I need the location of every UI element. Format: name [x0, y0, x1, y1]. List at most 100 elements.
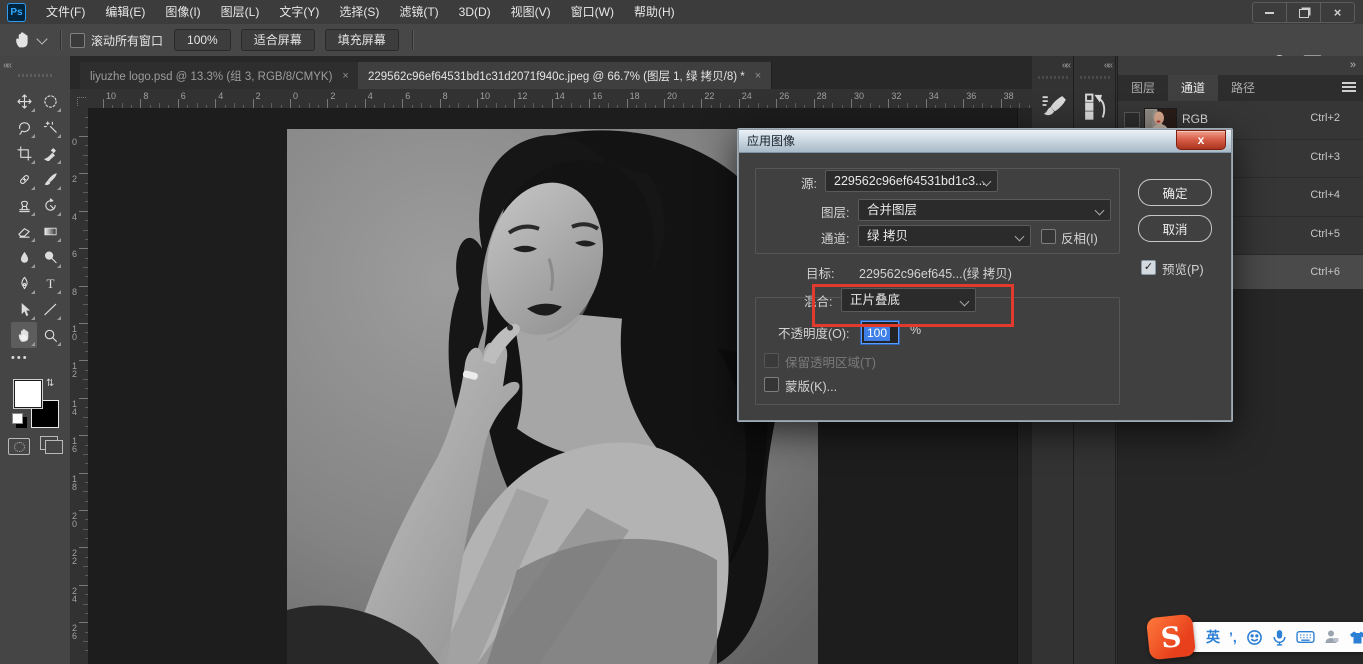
brush-tool[interactable] [37, 166, 63, 192]
close-button[interactable]: × [1320, 3, 1354, 22]
invert-checkbox[interactable] [1041, 229, 1056, 244]
ruler-label: 10 [106, 91, 116, 101]
magic-wand-tool[interactable] [37, 114, 63, 140]
path-select-tool[interactable] [11, 296, 37, 322]
mask-checkbox[interactable] [764, 377, 779, 392]
tab-通道[interactable]: 通道 [1168, 75, 1218, 101]
eraser-tool[interactable] [11, 218, 37, 244]
foreground-color-swatch[interactable] [14, 380, 42, 408]
document-tab-2[interactable]: 229562c96ef64531bd1c31d2071f940c.jpeg @ … [358, 62, 772, 89]
tab-路径[interactable]: 路径 [1218, 75, 1268, 101]
swap-colors-icon[interactable]: ⇅ [46, 378, 54, 389]
blur-tool[interactable] [11, 244, 37, 270]
healing-brush-tool-icon [17, 172, 32, 187]
edit-toolbar-icon[interactable]: ••• [11, 352, 37, 368]
collapse-toolbar-icon[interactable]: «« [3, 60, 10, 71]
brush-settings-icon[interactable] [1040, 92, 1066, 121]
menu-item-1[interactable]: 文件(F) [36, 1, 95, 24]
language-indicator[interactable]: 英 [1206, 627, 1220, 647]
lasso-tool[interactable] [11, 114, 37, 140]
preview-label: 预览(P) [1162, 259, 1204, 278]
menu-item-5[interactable]: 文字(Y) [269, 1, 329, 24]
document-tab-1[interactable]: liyuzhe logo.psd @ 13.3% (组 3, RGB/8/CMY… [80, 62, 360, 89]
tab-title: liyuzhe logo.psd @ 13.3% (组 3, RGB/8/CMY… [90, 68, 332, 84]
tools-grid: T [11, 88, 63, 348]
skin-icon[interactable] [1349, 630, 1363, 645]
tab-close-icon[interactable]: × [342, 70, 348, 82]
fit-screen-button[interactable]: 适合屏幕 [241, 29, 315, 51]
vertical-ruler[interactable]: 02468101214161820222426 [70, 108, 89, 664]
marquee-tool[interactable] [37, 88, 63, 114]
dodge-tool[interactable] [37, 244, 63, 270]
default-colors-icon[interactable] [12, 413, 23, 424]
ok-button[interactable]: 确定 [1138, 179, 1212, 206]
dialog-title[interactable]: 应用图像 [739, 130, 1231, 153]
menu-item-8[interactable]: 3D(D) [449, 1, 501, 24]
quick-mask-button[interactable] [8, 438, 30, 455]
type-tool[interactable]: T [37, 270, 63, 296]
sogou-logo-icon[interactable]: S [1146, 614, 1196, 661]
layer-label: 图层: [821, 202, 849, 221]
menu-item-7[interactable]: 滤镜(T) [389, 1, 448, 24]
toolbar-grip[interactable] [18, 74, 54, 77]
collapse-panels-icon[interactable]: » [1350, 59, 1356, 71]
crop-tool[interactable] [11, 140, 37, 166]
screen-mode-button[interactable] [40, 436, 58, 450]
ruler-tick [888, 99, 889, 108]
ime-pill: 英 ’, [1180, 622, 1363, 652]
ruler-tick [926, 99, 927, 108]
clone-stamp-tool[interactable] [11, 192, 37, 218]
scroll-all-windows-checkbox[interactable] [70, 33, 85, 48]
cancel-button[interactable]: 取消 [1138, 215, 1212, 242]
eyedropper-tool[interactable] [37, 140, 63, 166]
channel-dropdown[interactable]: 绿 拷贝 [858, 225, 1031, 247]
menu-item-3[interactable]: 图像(I) [155, 1, 210, 24]
brush-tool-icon [43, 172, 58, 187]
menu-item-2[interactable]: 编辑(E) [95, 1, 155, 24]
menu-item-6[interactable]: 选择(S) [329, 1, 389, 24]
menu-bar: Ps 文件(F)编辑(E)图像(I)图层(L)文字(Y)选择(S)滤镜(T)3D… [0, 0, 1363, 25]
keyboard-icon[interactable] [1296, 630, 1315, 644]
menu-item-9[interactable]: 视图(V) [501, 1, 561, 24]
dialog-close-button[interactable]: x [1176, 130, 1226, 150]
layer-dropdown[interactable]: 合并图层 [858, 199, 1111, 221]
panel-menu-icon[interactable] [1342, 82, 1356, 84]
horizontal-ruler[interactable]: 1086420246810121416182022242628303234363… [88, 89, 1032, 109]
zoom-100-button[interactable]: 100% [174, 29, 231, 51]
menu-item-10[interactable]: 窗口(W) [561, 1, 624, 24]
healing-brush-tool[interactable] [11, 166, 37, 192]
visibility-checkbox[interactable] [1124, 112, 1140, 128]
zoom-tool[interactable] [37, 322, 63, 348]
minimize-button[interactable] [1253, 3, 1286, 22]
ruler-tick [79, 435, 88, 436]
restore-button[interactable] [1286, 3, 1320, 22]
panel-grip[interactable] [1080, 76, 1110, 79]
tab-close-icon[interactable]: × [755, 70, 761, 82]
ruler-label: 22 [72, 549, 80, 565]
collapse-icon[interactable]: «« [1104, 60, 1111, 71]
toolbar: «« T ••• ⇅ [0, 56, 71, 664]
panel-grip[interactable] [1038, 76, 1068, 79]
history-icon[interactable] [1082, 92, 1108, 123]
ruler-tick [178, 99, 179, 108]
menu-item-11[interactable]: 帮助(H) [624, 1, 685, 24]
move-tool[interactable] [11, 88, 37, 114]
emoji-icon[interactable] [1246, 629, 1263, 646]
source-dropdown[interactable]: 229562c96ef64531bd1c3... [825, 170, 998, 192]
pen-tool[interactable] [11, 270, 37, 296]
history-brush-tool[interactable] [37, 192, 63, 218]
chevron-down-icon[interactable] [36, 33, 47, 44]
gradient-tool[interactable] [37, 218, 63, 244]
user-icon[interactable] [1324, 629, 1340, 645]
line-tool[interactable] [37, 296, 63, 322]
ruler-corner[interactable] [70, 89, 89, 109]
preview-checkbox[interactable]: ✓ [1141, 260, 1156, 275]
tab-图层[interactable]: 图层 [1118, 75, 1168, 101]
collapse-icon[interactable]: «« [1062, 60, 1069, 71]
punctuation-indicator[interactable]: ’, [1229, 629, 1237, 645]
tab-title: 229562c96ef64531bd1c31d2071f940c.jpeg @ … [368, 68, 745, 84]
fill-screen-button[interactable]: 填充屏幕 [325, 29, 399, 51]
hand-tool[interactable] [11, 322, 37, 348]
menu-item-4[interactable]: 图层(L) [211, 1, 270, 24]
microphone-icon[interactable] [1272, 629, 1287, 646]
